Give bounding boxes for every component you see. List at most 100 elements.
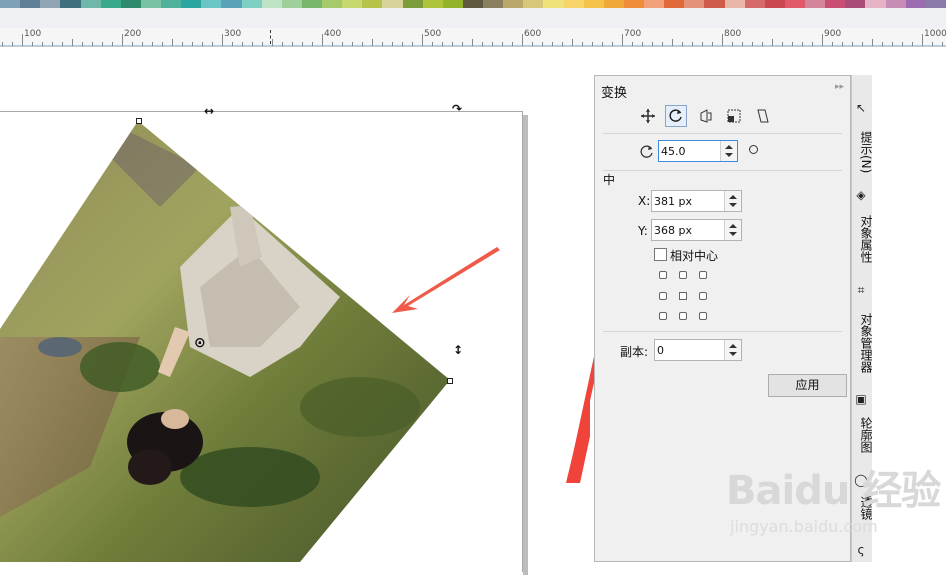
palette-swatch[interactable] (422, 0, 443, 8)
palette-swatch[interactable] (462, 0, 483, 8)
horizontal-skew-handle[interactable]: ↔ (204, 104, 214, 118)
y-field[interactable] (651, 219, 742, 241)
position-icon[interactable] (637, 105, 659, 127)
x-field[interactable] (651, 190, 742, 212)
palette-swatch[interactable] (221, 0, 242, 8)
rotation-angle-field[interactable] (658, 140, 738, 162)
palette-swatch[interactable] (181, 0, 202, 8)
palette-swatch[interactable] (382, 0, 403, 8)
palette-swatch[interactable] (563, 0, 584, 8)
palette-swatch[interactable] (402, 0, 423, 8)
palette-swatch[interactable] (704, 0, 725, 8)
anchor-top-right[interactable] (699, 271, 707, 279)
anchor-top-center[interactable] (679, 271, 687, 279)
rotation-angle-stepper[interactable] (720, 141, 737, 161)
palette-swatch[interactable] (281, 0, 302, 8)
anchor-top-left[interactable] (659, 271, 667, 279)
palette-swatch[interactable] (201, 0, 222, 8)
object-properties-icon: ◈ (856, 188, 866, 202)
copies-field[interactable] (654, 339, 742, 361)
palette-swatch[interactable] (623, 0, 644, 8)
palette-swatch[interactable] (523, 0, 544, 8)
palette-swatch[interactable] (100, 0, 121, 8)
degree-icon (749, 145, 758, 154)
rotation-angle-input[interactable] (661, 143, 717, 159)
tab-contour[interactable]: 轮廓图 (852, 410, 873, 460)
palette-swatch[interactable] (322, 0, 343, 8)
anchor-middle-left[interactable] (659, 292, 667, 300)
object-manager-icon: ⌗ (857, 283, 865, 297)
y-stepper[interactable] (724, 220, 741, 240)
palette-swatch[interactable] (825, 0, 846, 8)
x-label: X: (638, 194, 651, 208)
vertical-skew-handle[interactable]: ↕ (453, 343, 463, 357)
tab-object-manager[interactable]: 对象管理器 (852, 303, 873, 383)
tab-hints[interactable]: 提示(N) (852, 119, 873, 185)
skew-icon[interactable] (752, 105, 774, 127)
copies-input[interactable] (657, 342, 721, 358)
ruler-tick-label: 300 (224, 29, 242, 39)
palette-swatch[interactable] (60, 0, 81, 8)
x-stepper[interactable] (724, 191, 741, 211)
palette-swatch[interactable] (644, 0, 665, 8)
color-palette[interactable] (0, 0, 946, 8)
palette-swatch[interactable] (583, 0, 604, 8)
palette-swatch[interactable] (664, 0, 685, 8)
palette-swatch[interactable] (764, 0, 785, 8)
palette-swatch[interactable] (724, 0, 745, 8)
drawing-canvas[interactable]: ↔ ↷ ↕ ⊙ (0, 47, 590, 575)
rotation-angle-icon (639, 144, 655, 163)
copies-stepper[interactable] (724, 340, 741, 360)
palette-swatch[interactable] (865, 0, 886, 8)
palette-swatch[interactable] (0, 0, 21, 8)
tab-object-properties[interactable]: 对象属性 (852, 206, 873, 272)
hook-icon: ς (857, 543, 865, 557)
palette-swatch[interactable] (483, 0, 504, 8)
docker-collapse-icon[interactable]: ▸▸ (835, 82, 844, 92)
palette-swatch[interactable] (80, 0, 101, 8)
rotate-corner-handle[interactable]: ↷ (452, 102, 462, 116)
palette-swatch[interactable] (805, 0, 826, 8)
palette-swatch[interactable] (603, 0, 624, 8)
anchor-bottom-center[interactable] (679, 312, 687, 320)
top-node-handle[interactable] (136, 118, 142, 124)
palette-swatch[interactable] (161, 0, 182, 8)
palette-swatch[interactable] (362, 0, 383, 8)
palette-swatch[interactable] (140, 0, 161, 8)
palette-swatch[interactable] (40, 0, 61, 8)
anchor-bottom-left[interactable] (659, 312, 667, 320)
palette-swatch[interactable] (845, 0, 866, 8)
palette-swatch[interactable] (925, 0, 946, 8)
right-node-handle[interactable] (447, 378, 453, 384)
size-icon[interactable] (723, 105, 745, 127)
palette-swatch[interactable] (744, 0, 765, 8)
docker-divider (603, 331, 842, 332)
palette-background (0, 8, 946, 28)
rotated-photo[interactable] (0, 47, 590, 562)
anchor-bottom-right[interactable] (699, 312, 707, 320)
palette-swatch[interactable] (241, 0, 262, 8)
palette-swatch[interactable] (885, 0, 906, 8)
palette-swatch[interactable] (684, 0, 705, 8)
apply-button[interactable]: 应用 (768, 374, 847, 397)
palette-swatch[interactable] (905, 0, 926, 8)
palette-swatch[interactable] (20, 0, 41, 8)
palette-swatch[interactable] (442, 0, 463, 8)
anchor-center[interactable] (679, 292, 687, 300)
y-input[interactable] (654, 222, 721, 238)
palette-swatch[interactable] (543, 0, 564, 8)
docker-divider (603, 170, 842, 171)
palette-swatch[interactable] (120, 0, 141, 8)
palette-swatch[interactable] (342, 0, 363, 8)
rotate-icon[interactable] (665, 105, 687, 127)
palette-swatch[interactable] (784, 0, 805, 8)
palette-swatch[interactable] (261, 0, 282, 8)
rotation-center-icon[interactable]: ⊙ (194, 335, 206, 351)
anchor-middle-right[interactable] (699, 292, 707, 300)
palette-swatch[interactable] (503, 0, 524, 8)
scale-mirror-icon[interactable] (694, 105, 716, 127)
x-input[interactable] (654, 193, 721, 209)
palette-swatch[interactable] (301, 0, 322, 8)
docker-title: 变换 (601, 86, 628, 101)
relative-center-checkbox[interactable] (654, 248, 667, 261)
